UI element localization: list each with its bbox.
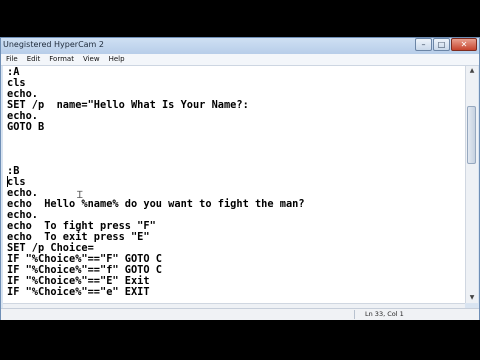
- menu-format[interactable]: Format: [44, 54, 78, 65]
- status-divider: [354, 310, 355, 319]
- status-bar: Ln 33, Col 1: [1, 308, 479, 320]
- menu-file[interactable]: File: [1, 54, 22, 65]
- menu-view[interactable]: View: [78, 54, 104, 65]
- window-title: Unegistered HyperCam 2: [3, 40, 104, 49]
- code-line: IF "%Choice%"=="e" EXIT: [7, 286, 150, 298]
- scroll-thumb[interactable]: [467, 106, 476, 164]
- menu-edit[interactable]: Edit: [22, 54, 45, 65]
- minimize-button[interactable]: –: [415, 38, 432, 51]
- notepad-window: Unegistered HyperCam 2 – □ ✕ File Edit F…: [0, 37, 480, 320]
- menu-bar: File Edit Format View Help: [1, 54, 479, 66]
- code-line: GOTO B: [7, 121, 45, 133]
- close-button[interactable]: ✕: [451, 38, 477, 51]
- window-controls: – □ ✕: [414, 38, 477, 53]
- scroll-up-icon[interactable]: ▲: [466, 66, 478, 76]
- text-editor-area[interactable]: Ɪ :A cls echo. SET /p name="Hello What Is Y…: [3, 66, 465, 303]
- code-line: SET /p name="Hello What Is Your Name?:: [7, 99, 249, 111]
- menu-help[interactable]: Help: [104, 54, 129, 65]
- code-line: echo Hello %name% do you want to fight t…: [7, 198, 305, 210]
- title-bar[interactable]: Unegistered HyperCam 2 – □ ✕: [1, 38, 479, 54]
- vertical-scrollbar[interactable]: ▲ ▼: [465, 66, 478, 303]
- cursor-position: Ln 33, Col 1: [365, 310, 404, 318]
- maximize-button[interactable]: □: [433, 38, 450, 51]
- scroll-down-icon[interactable]: ▼: [466, 293, 478, 303]
